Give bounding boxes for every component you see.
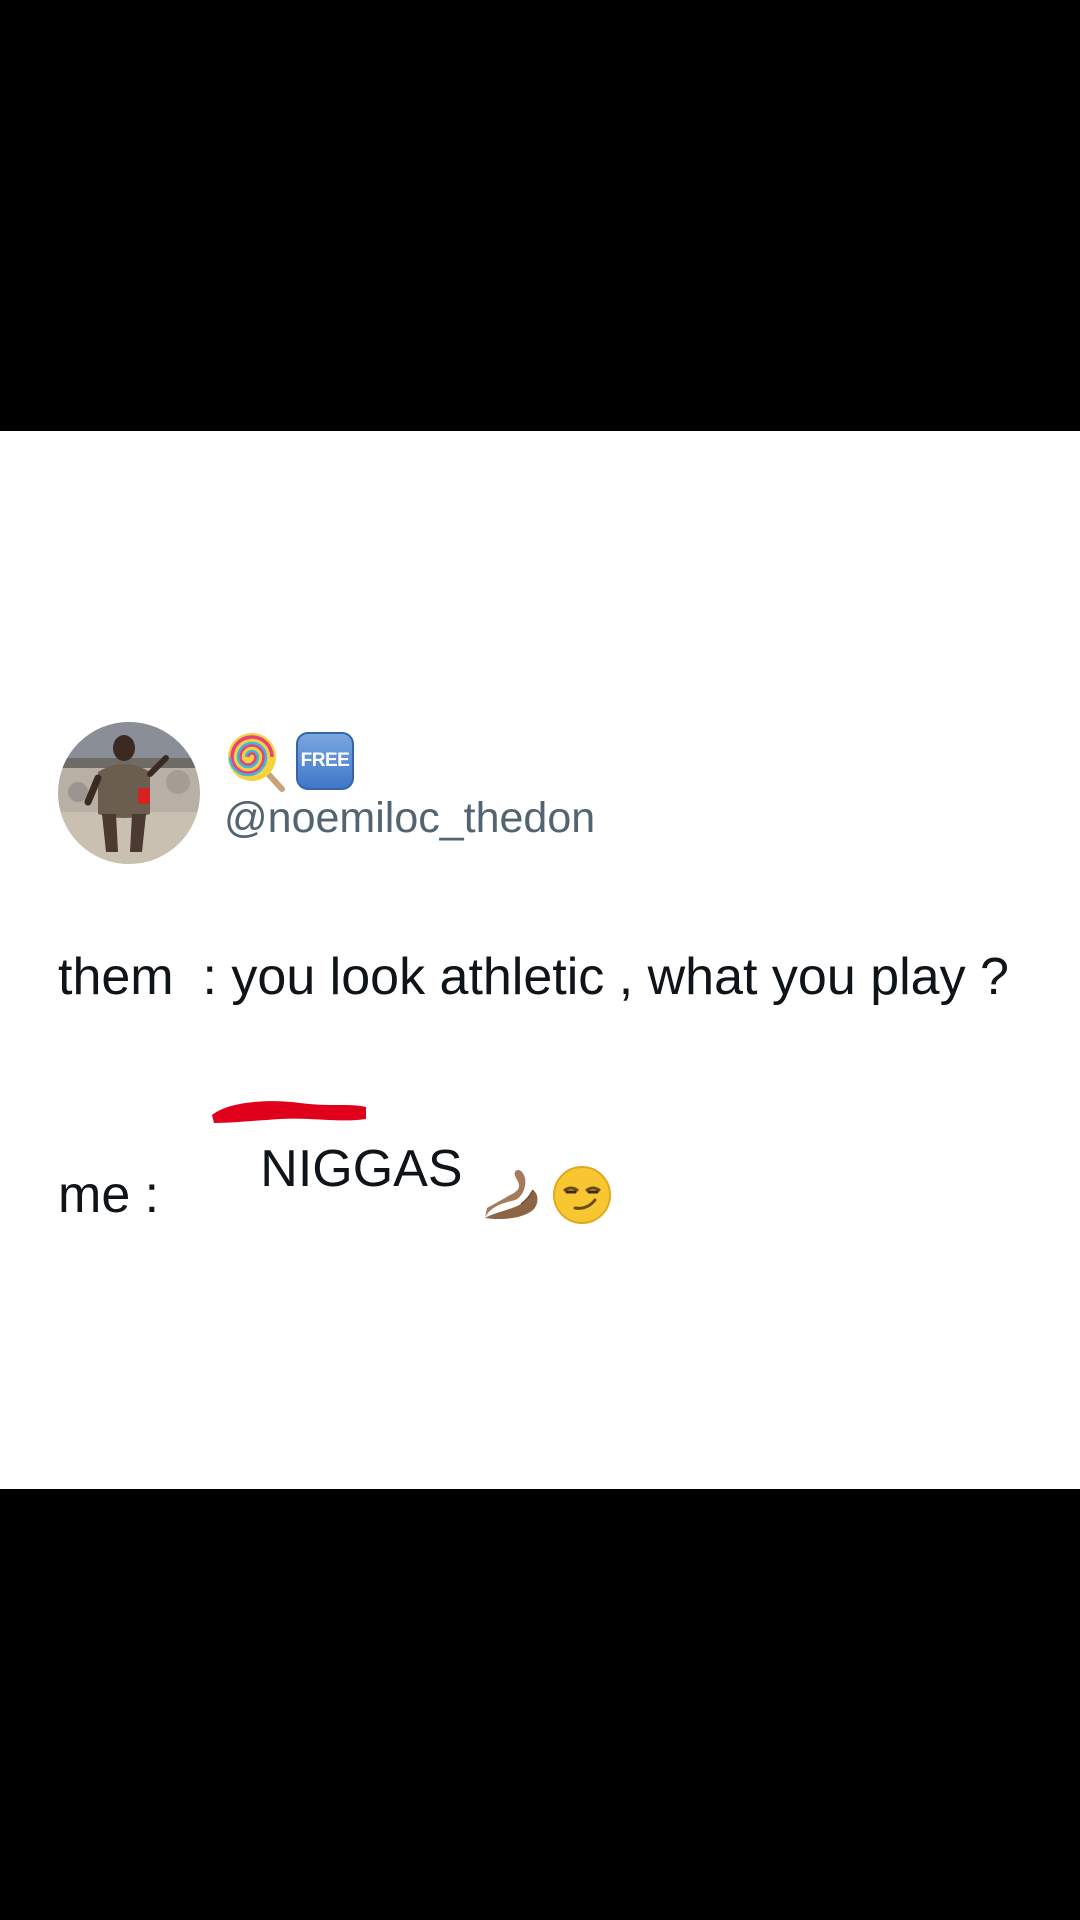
ok-hand-pinch-icon	[484, 1170, 538, 1220]
redacted-word: NIGGAS	[174, 1091, 463, 1299]
tweet-card: FREE @noemiloc_thedon them : you look at…	[0, 431, 1080, 1489]
letterbox-bottom	[0, 1489, 1080, 1920]
redaction-scribble	[211, 1101, 366, 1123]
smirk-face-icon	[552, 1166, 611, 1224]
free-badge: FREE	[296, 732, 354, 790]
redacted-word-text: NIGGAS	[260, 1140, 463, 1198]
tweet-line-2-prefix: me :	[58, 1166, 174, 1224]
lollipop-icon	[228, 733, 285, 792]
letterbox-top	[0, 0, 1080, 431]
free-badge-label: FREE	[300, 750, 350, 771]
tweet-text-line-2: me : NIGGAS	[58, 1091, 613, 1299]
avatar-photo	[58, 722, 200, 864]
user-handle[interactable]: @noemiloc_thedon	[224, 797, 595, 840]
tweet-text-line-1: them : you look athletic , what you play…	[58, 948, 1009, 1006]
display-name-badges: FREE	[224, 729, 354, 793]
avatar[interactable]	[58, 722, 200, 864]
